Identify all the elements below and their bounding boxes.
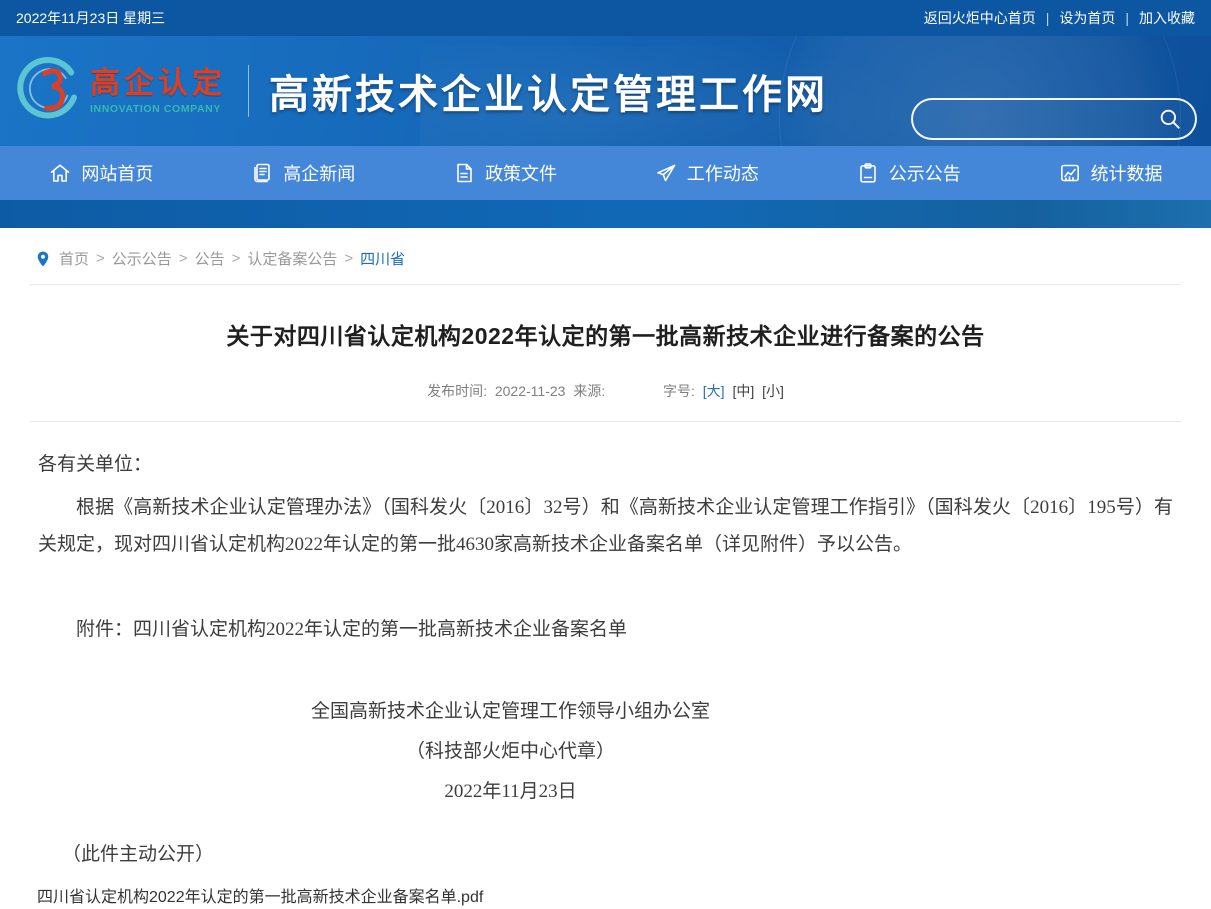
attachment-pdf-link[interactable]: 四川省认定机构2022年认定的第一批高新技术企业备案名单.pdf — [37, 887, 1211, 909]
set-homepage-link[interactable]: 设为首页 — [1059, 8, 1115, 28]
breadcrumb-item-home[interactable]: 首页 — [59, 248, 89, 269]
add-favorite-link[interactable]: 加入收藏 — [1139, 8, 1195, 28]
search-input[interactable] — [931, 109, 1157, 129]
nav-item-home[interactable]: 网站首页 — [0, 146, 202, 200]
nav-label: 工作动态 — [687, 160, 759, 186]
font-size-small-button[interactable]: [小] — [762, 383, 784, 399]
article-meta: 发布时间: 2022-11-23 来源: 字号: [大] [中] [小] — [30, 381, 1181, 401]
topbar-divider: | — [1046, 10, 1050, 26]
site-title: 高新技术企业认定管理工作网 — [269, 62, 828, 120]
article-header: 关于对四川省认定机构2022年认定的第一批高新技术企业进行备案的公告 发布时间:… — [30, 285, 1181, 422]
breadcrumb-item-announcements[interactable]: 公示公告 — [112, 248, 172, 269]
nav-label: 公示公告 — [889, 160, 961, 186]
topbar-divider: | — [1125, 10, 1129, 26]
logo-text: 高企认定 INNOVATION COMPANY — [90, 68, 226, 115]
logo-en-text: INNOVATION COMPANY — [90, 103, 226, 115]
nav-label: 统计数据 — [1091, 160, 1163, 186]
current-date: 2022年11月23日 星期三 — [16, 8, 165, 28]
page-title: 关于对四川省认定机构2022年认定的第一批高新技术企业进行备案的公告 — [30, 317, 1181, 351]
main-navigation: 网站首页 高企新闻 政策文件 工作动态 公示公告 — [0, 146, 1211, 200]
attachment-line: 附件：四川省认定机构2022年认定的第一批高新技术企业备案名单 — [38, 611, 1173, 648]
breadcrumb-separator: > — [344, 250, 353, 267]
breadcrumb: 首页 > 公示公告 > 公告 > 认定备案公告 > 四川省 — [30, 228, 1181, 285]
bar-chart-icon — [1058, 161, 1082, 185]
nav-label: 政策文件 — [485, 160, 557, 186]
banner-bottom-band — [0, 200, 1211, 228]
breadcrumb-separator: > — [179, 250, 188, 267]
paper-plane-icon — [654, 161, 678, 185]
nav-item-announcements[interactable]: 公示公告 — [807, 146, 1009, 200]
signature-seal-note: （科技部火炬中心代章） — [38, 732, 983, 772]
source-label: 来源: — [573, 383, 605, 399]
signature-office: 全国高新技术企业认定管理工作领导小组办公室 — [38, 692, 983, 732]
salutation: 各有关单位： — [38, 446, 1173, 483]
logo-swirl-icon — [12, 54, 86, 128]
location-pin-icon — [34, 250, 52, 268]
nav-label: 高企新闻 — [283, 160, 355, 186]
font-size-medium-button[interactable]: [中] — [732, 383, 754, 399]
home-icon — [48, 161, 72, 185]
news-icon — [250, 161, 274, 185]
breadcrumb-item-filing-notice[interactable]: 认定备案公告 — [247, 248, 337, 269]
topbar-links: 返回火炬中心首页 | 设为首页 | 加入收藏 — [924, 8, 1195, 28]
site-header-banner: 高企认定 INNOVATION COMPANY 高新技术企业认定管理工作网 — [0, 36, 1211, 146]
search-button[interactable] — [1157, 106, 1183, 132]
nav-item-policy[interactable]: 政策文件 — [404, 146, 606, 200]
logo-cn-text: 高企认定 — [90, 68, 226, 100]
back-to-torch-home-link[interactable]: 返回火炬中心首页 — [924, 8, 1036, 28]
article-body: 各有关单位： 根据《高新技术企业认定管理办法》（国科发火〔2016〕32号）和《… — [38, 422, 1173, 873]
document-icon — [452, 161, 476, 185]
search-icon — [1157, 106, 1183, 132]
nav-item-news[interactable]: 高企新闻 — [202, 146, 404, 200]
body-paragraph: 根据《高新技术企业认定管理办法》（国科发火〔2016〕32号）和《高新技术企业认… — [38, 489, 1173, 563]
breadcrumb-separator: > — [96, 250, 105, 267]
top-utility-bar: 2022年11月23日 星期三 返回火炬中心首页 | 设为首页 | 加入收藏 — [0, 0, 1211, 36]
publish-date: 2022-11-23 — [495, 383, 566, 399]
publish-time-label: 发布时间: — [427, 383, 487, 399]
site-logo[interactable]: 高企认定 INNOVATION COMPANY — [12, 54, 226, 128]
signature-block: 全国高新技术企业认定管理工作领导小组办公室 （科技部火炬中心代章） 2022年1… — [38, 692, 1173, 812]
nav-item-statistics[interactable]: 统计数据 — [1009, 146, 1211, 200]
nav-item-work-updates[interactable]: 工作动态 — [605, 146, 807, 200]
clipboard-icon — [856, 161, 880, 185]
breadcrumb-current-sichuan[interactable]: 四川省 — [360, 248, 405, 269]
breadcrumb-separator: > — [232, 250, 241, 267]
disclosure-note: （此件主动公开） — [62, 836, 1173, 873]
font-size-large-button[interactable]: [大] — [703, 383, 725, 399]
font-size-label: 字号: — [663, 383, 695, 399]
nav-label: 网站首页 — [81, 160, 153, 186]
signature-date: 2022年11月23日 — [38, 772, 983, 812]
breadcrumb-item-notice[interactable]: 公告 — [195, 248, 225, 269]
header-separator — [248, 65, 249, 117]
search-box[interactable] — [911, 98, 1197, 140]
